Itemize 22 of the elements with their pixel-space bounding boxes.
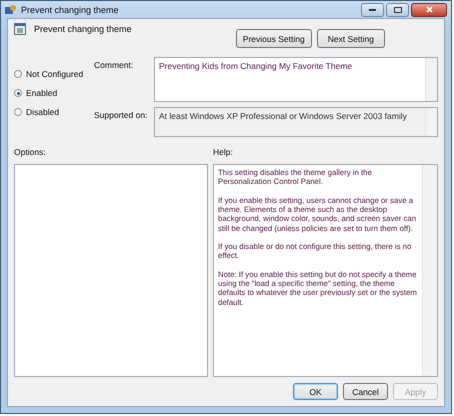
dialog-button[interactable]: Cancel (343, 383, 388, 400)
minimize-icon (369, 8, 376, 11)
radio-option[interactable]: Not Configured (14, 69, 84, 79)
radio-option[interactable]: Disabled (14, 107, 84, 117)
maximize-icon (394, 6, 402, 12)
setting-title: Prevent changing theme (34, 24, 132, 34)
comment-field[interactable]: Preventing Kids from Changing My Favorite Theme (154, 57, 438, 102)
field-label: Comment: (94, 59, 134, 72)
options-label: Options: (14, 147, 47, 159)
close-button[interactable] (411, 2, 447, 16)
supported-field: At least Windows XP Professional or Windows Server 2003 family (154, 107, 438, 137)
nav-button[interactable]: Next Setting (316, 29, 385, 48)
setting-icon (14, 23, 26, 35)
radio-option[interactable]: Enabled (14, 88, 84, 98)
help-label: Help: (213, 147, 233, 159)
dialog-button[interactable]: OK (293, 383, 338, 400)
window-title: Prevent changing theme (21, 4, 119, 14)
close-icon (426, 6, 432, 13)
minimize-button[interactable] (361, 2, 384, 16)
nav-button[interactable]: Previous Setting (236, 29, 312, 48)
maximize-button[interactable] (386, 2, 409, 16)
field-label: Supported on: (94, 109, 148, 122)
